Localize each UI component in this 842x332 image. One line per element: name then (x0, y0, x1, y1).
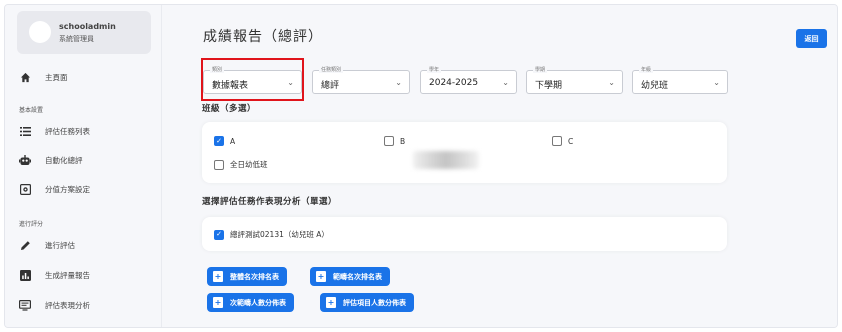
settings-box-icon (19, 183, 31, 195)
task-option[interactable]: ✓ 總評測試02131（幼兒班 A） (214, 229, 329, 240)
checkbox-checked-icon[interactable]: ✓ (214, 136, 224, 146)
home-icon (19, 71, 31, 83)
button-label: 評估項目人數分佈表 (343, 298, 406, 307)
field-legend: 學期 (533, 66, 548, 73)
task-type-select[interactable]: 任務類別 總評 ⌄ (312, 66, 410, 94)
field-value: 下學期 (535, 81, 563, 91)
sidebar-item-label: 進行評估 (45, 240, 75, 250)
user-name: schooladmin (59, 22, 116, 31)
item-distribution-report-button[interactable]: + 評估項目人數分佈表 (320, 293, 414, 312)
checkbox-label: A (230, 136, 236, 146)
user-role: 系統管理員 (59, 35, 94, 43)
sidebar: schooladmin 系統管理員 主頁面 基本設置 評估任務列表 自動化總評 (5, 5, 162, 327)
domain-ranking-report-button[interactable]: + 範疇名次排名表 (310, 267, 390, 286)
main-content: 成績報告（總評） 返回 類別 數據報表 ⌄ 任務類別 總評 ⌄ 學年 2024-… (163, 5, 837, 327)
class-option-b[interactable]: B (384, 136, 405, 146)
chevron-down-icon: ⌄ (502, 78, 509, 87)
school-year-select[interactable]: 學年 2024-2025 ⌄ (420, 66, 517, 94)
chevron-down-icon: ⌄ (395, 78, 402, 87)
sidebar-item-conduct-eval[interactable]: 進行評估 (19, 238, 75, 252)
sidebar-item-auto-eval[interactable]: 自動化總評 (19, 153, 83, 167)
class-option-full-day[interactable]: 全日幼低班 (214, 159, 268, 170)
checkbox-label: 全日幼低班 (230, 160, 268, 169)
sidebar-item-label: 生成評量報告 (45, 270, 90, 280)
class-options-card: ✓ A B C 全日幼低班 (202, 122, 727, 183)
sidebar-section-basic: 基本設置 (19, 107, 44, 114)
file-report-icon: + (316, 271, 326, 282)
term-select[interactable]: 學期 下學期 ⌄ (526, 66, 623, 94)
class-option-a[interactable]: ✓ A (214, 136, 235, 146)
checkbox-label: B (400, 136, 406, 146)
chevron-down-icon: ⌄ (608, 78, 615, 87)
checkbox-label: 總評測試02131（幼兒班 A） (230, 230, 329, 239)
sidebar-item-performance-analysis[interactable]: 評估表現分析 (19, 298, 90, 312)
robot-icon (19, 154, 31, 166)
redacted-area (413, 151, 479, 169)
button-label: 範疇名次排名表 (333, 272, 382, 281)
class-option-c[interactable]: C (552, 136, 573, 146)
sidebar-item-score-scheme[interactable]: 分值方案設定 (19, 182, 90, 196)
sidebar-item-task-list[interactable]: 評估任務列表 (19, 124, 90, 138)
sidebar-item-label: 自動化總評 (45, 155, 83, 165)
pencil-icon (19, 239, 31, 251)
back-button[interactable]: 返回 (796, 29, 827, 48)
sidebar-item-label: 分值方案設定 (45, 184, 90, 194)
sidebar-item-label: 評估任務列表 (45, 126, 90, 136)
avatar (29, 21, 51, 43)
sidebar-item-label: 評估表現分析 (45, 300, 90, 310)
checkbox-label: C (568, 136, 574, 146)
task-options-card: ✓ 總評測試02131（幼兒班 A） (202, 217, 727, 251)
app-window: schooladmin 系統管理員 主頁面 基本設置 評估任務列表 自動化總評 (4, 4, 838, 328)
checkbox-icon[interactable] (384, 136, 394, 146)
chevron-down-icon: ⌄ (713, 78, 720, 87)
file-report-icon: + (213, 297, 223, 308)
checkbox-icon[interactable] (552, 136, 562, 146)
checkbox-icon[interactable] (214, 159, 224, 170)
sidebar-item-generate-report[interactable]: 生成評量報告 (19, 268, 90, 282)
page-title: 成績報告（總評） (203, 29, 323, 45)
class-section-title: 班級（多選） (202, 104, 257, 114)
button-label: 次範疇人數分佈表 (230, 298, 286, 307)
field-value: 2024-2025 (429, 78, 479, 88)
subdomain-distribution-report-button[interactable]: + 次範疇人數分佈表 (207, 293, 294, 312)
list-icon (19, 125, 31, 137)
sidebar-item-home[interactable]: 主頁面 (19, 70, 68, 84)
highlight-box (201, 58, 304, 101)
user-card[interactable]: schooladmin 系統管理員 (17, 11, 151, 54)
sidebar-section-eval: 進行評分 (19, 221, 44, 228)
field-legend: 學年 (427, 66, 442, 73)
field-legend: 任務類別 (319, 66, 344, 73)
bar-chart-icon (19, 269, 31, 281)
field-value: 幼兒班 (641, 81, 669, 91)
file-report-icon: + (326, 297, 336, 308)
button-label: 整體名次排名表 (230, 272, 279, 281)
overall-ranking-report-button[interactable]: + 整體名次排名表 (207, 267, 287, 286)
file-report-icon: + (213, 271, 223, 282)
field-legend: 年級 (639, 66, 654, 73)
grade-select[interactable]: 年級 幼兒班 ⌄ (632, 66, 728, 94)
checkbox-checked-icon[interactable]: ✓ (214, 229, 224, 240)
task-section-title: 選擇評估任務作表現分析（單選） (202, 197, 338, 207)
monitor-icon (19, 299, 31, 311)
field-value: 總評 (321, 81, 340, 91)
sidebar-item-label: 主頁面 (45, 72, 68, 82)
